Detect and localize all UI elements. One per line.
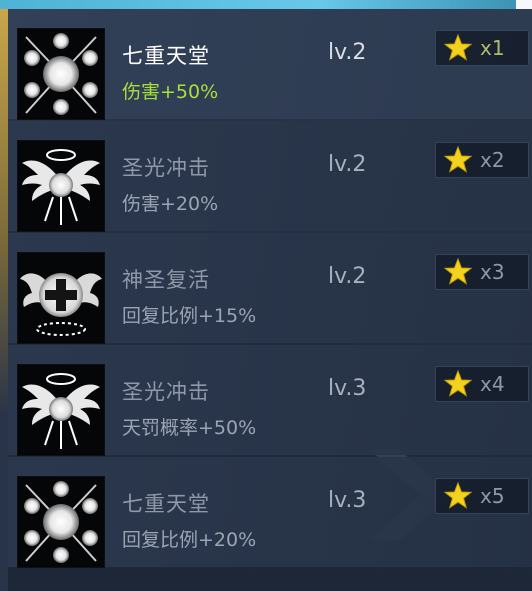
- skill-effect: 回复比例+15%: [122, 305, 257, 327]
- skill-row[interactable]: 神圣复活 回复比例+15% lv.2 x3: [8, 233, 532, 343]
- skill-effect: 伤害+20%: [122, 193, 219, 215]
- star-icon: [444, 146, 472, 173]
- skill-list-panel: 七重天堂 伤害+50% lv.2 x1 圣光冲击 伤害+20% lv.2 x2 …: [0, 0, 532, 591]
- star-badge: x5: [435, 478, 529, 514]
- skill-level: lv.3: [328, 376, 367, 401]
- star-count: x2: [480, 148, 505, 172]
- skill-level: lv.2: [328, 264, 367, 289]
- skill-row[interactable]: 七重天堂 回复比例+20% lv.3 x5: [8, 457, 532, 567]
- star-badge: x4: [435, 366, 529, 402]
- star-badge: x3: [435, 254, 529, 290]
- corner-mark: [516, 0, 532, 9]
- skill-name: 圣光冲击: [122, 380, 210, 404]
- skill-row[interactable]: 圣光冲击 伤害+20% lv.2 x2: [8, 121, 532, 231]
- skill-level: lv.2: [328, 152, 367, 177]
- star-badge: x1: [435, 30, 529, 66]
- star-icon: [444, 34, 472, 61]
- star-icon: [444, 482, 472, 509]
- skill-level: lv.2: [328, 40, 367, 65]
- star-icon: [444, 370, 472, 397]
- star-count: x1: [480, 36, 505, 60]
- left-edge-decoration: [0, 9, 8, 591]
- skill-name: 七重天堂: [122, 44, 210, 68]
- skill-effect: 天罚概率+50%: [122, 417, 257, 439]
- star-icon: [444, 258, 472, 285]
- star-count: x5: [480, 484, 505, 508]
- skill-effect: 回复比例+20%: [122, 529, 257, 551]
- skill-name: 神圣复活: [122, 268, 210, 292]
- skill-effect: 伤害+50%: [122, 81, 219, 103]
- winged-orb-icon: [18, 365, 104, 455]
- top-border: [0, 0, 532, 9]
- skill-level: lv.3: [328, 488, 367, 513]
- skill-name: 圣光冲击: [122, 156, 210, 180]
- star-count: x3: [480, 260, 505, 284]
- star-badge: x2: [435, 142, 529, 178]
- seven-orbs-icon: [18, 477, 104, 567]
- winged-orb-icon: [18, 141, 104, 231]
- skill-name: 七重天堂: [122, 492, 210, 516]
- skill-row[interactable]: 七重天堂 伤害+50% lv.2 x1: [8, 9, 532, 119]
- star-count: x4: [480, 372, 505, 396]
- seven-orbs-icon: [18, 29, 104, 119]
- winged-cross-icon: [18, 253, 104, 343]
- skill-row[interactable]: 圣光冲击 天罚概率+50% lv.3 x4: [8, 345, 532, 455]
